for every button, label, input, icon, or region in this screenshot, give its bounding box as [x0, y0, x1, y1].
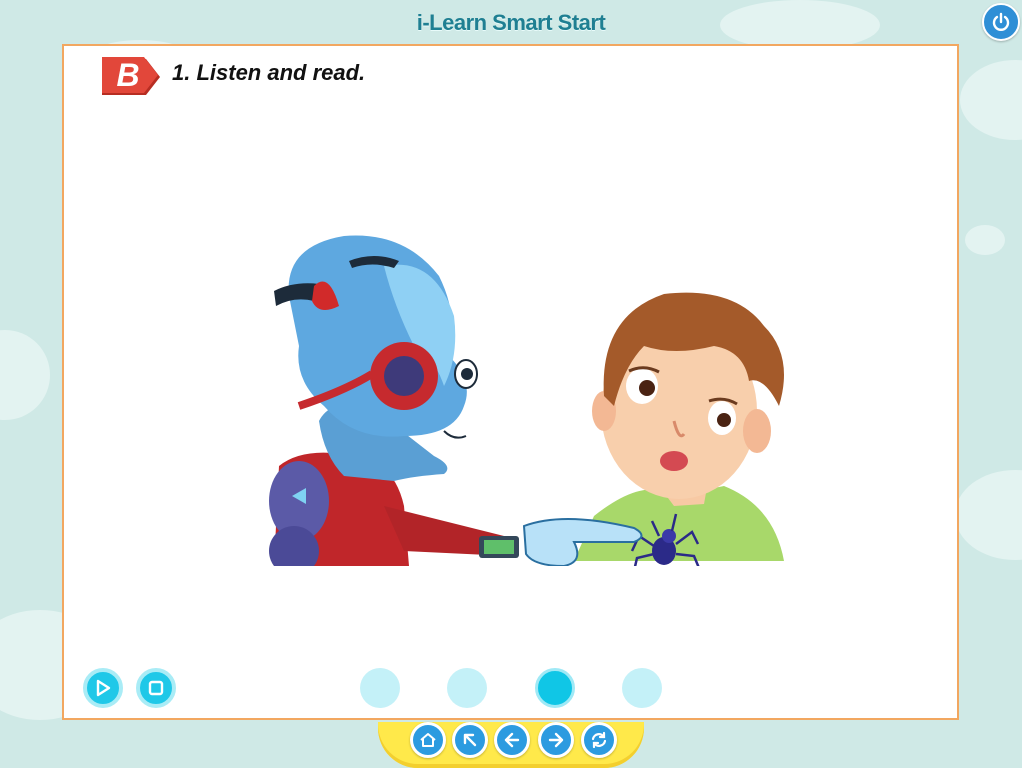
play-button[interactable]: [83, 668, 123, 708]
play-icon: [96, 679, 111, 697]
arrow-left-icon: [504, 732, 520, 748]
home-button[interactable]: [410, 722, 446, 758]
lesson-panel: B 1. Listen and read.: [62, 44, 959, 720]
app-title: i-Learn Smart Start: [416, 10, 606, 35]
boy-illustration: [574, 292, 784, 561]
section-badge: B: [100, 55, 162, 99]
page-dot-1[interactable]: [360, 668, 400, 708]
page-dot-3-active[interactable]: [535, 668, 575, 708]
navigation-tray: [378, 722, 644, 768]
page-dot-2[interactable]: [447, 668, 487, 708]
previous-button[interactable]: [494, 722, 530, 758]
home-icon: [420, 733, 436, 747]
stop-button[interactable]: [136, 668, 176, 708]
page-dot-4[interactable]: [622, 668, 662, 708]
power-icon: [992, 12, 1010, 31]
instruction-text: 1. Listen and read.: [172, 60, 366, 85]
lesson-illustration: [269, 235, 784, 566]
section-letter: B: [116, 57, 140, 93]
refresh-icon: [591, 731, 607, 749]
arrow-up-left-icon: [463, 733, 477, 747]
refresh-button[interactable]: [581, 722, 617, 758]
robot-illustration: [269, 235, 643, 566]
stop-icon: [148, 680, 164, 696]
power-button[interactable]: [982, 3, 1020, 41]
next-button[interactable]: [538, 722, 574, 758]
arrow-right-icon: [548, 732, 564, 748]
back-up-button[interactable]: [452, 722, 488, 758]
